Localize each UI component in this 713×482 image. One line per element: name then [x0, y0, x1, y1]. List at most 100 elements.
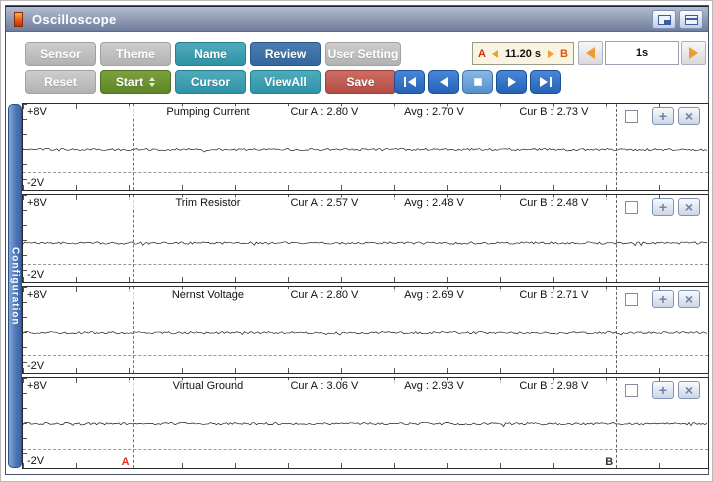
viewall-button[interactable]: ViewAll [250, 70, 321, 94]
y-min-label: -2V [27, 177, 45, 189]
zero-volt-line [23, 171, 708, 173]
playback-controls [394, 70, 561, 94]
cursor-b-line[interactable] [616, 195, 618, 282]
cursor-b-value: Cur B : 2.71 V [499, 289, 609, 301]
channel-controls: + × [625, 381, 700, 399]
x-ticks-bottom [23, 368, 708, 373]
theme-button-label: Theme [116, 47, 155, 61]
channel-controls: + × [625, 107, 700, 125]
y-min-label: -2V [27, 455, 45, 467]
cursor-b-line[interactable] [616, 104, 618, 190]
window-controls [652, 10, 703, 29]
channel-panel-nernst-voltage: +8V -2V Nernst Voltage Cur A : 2.80 V Av… [22, 286, 709, 374]
cursor-button-label: Cursor [190, 75, 231, 89]
stop-button[interactable] [462, 70, 493, 94]
cursor-b-line[interactable] [616, 378, 618, 468]
plus-icon: + [658, 382, 668, 398]
close-channel-button[interactable]: × [678, 381, 700, 399]
start-button[interactable]: Start [100, 70, 171, 94]
app-icon [14, 11, 23, 27]
cursor-b-line[interactable] [616, 287, 618, 373]
save-button[interactable]: Save [325, 70, 396, 94]
close-channel-button[interactable]: × [678, 107, 700, 125]
x-ticks-bottom [23, 185, 708, 190]
add-channel-button[interactable]: + [652, 107, 674, 125]
name-button-label: Name [194, 47, 227, 61]
skip-to-start-icon-triangle [407, 77, 416, 87]
channel-checkbox[interactable] [625, 383, 638, 397]
cursor-b-value: Cur B : 2.48 V [499, 197, 609, 209]
channel-checkbox[interactable] [625, 109, 638, 123]
time-scale-control: 1s [578, 41, 706, 65]
start-spinner-icon[interactable] [149, 77, 156, 87]
skip-to-start-button[interactable] [394, 70, 425, 94]
channel-panel-virtual-ground: +8V -2V Virtual Ground Cur A : 3.06 V Av… [22, 377, 709, 469]
cursor-b-value: Cur B : 2.73 V [499, 106, 609, 118]
skip-to-end-icon [549, 77, 552, 87]
sensor-button-label: Sensor [40, 47, 81, 61]
add-channel-button[interactable]: + [652, 290, 674, 308]
zero-volt-line [23, 449, 708, 451]
app-window: Oscilloscope Sensor Theme Name Review Us… [5, 5, 709, 475]
close-channel-button[interactable]: × [678, 198, 700, 216]
step-back-button[interactable] [428, 70, 459, 94]
channel-panel-trim-resistor: +8V -2V Trim Resistor Cur A : 2.57 V Avg… [22, 194, 709, 283]
channel-panel-pumping-current: +8V -2V Pumping Current Cur A : 2.80 V A… [22, 103, 709, 191]
configuration-tab[interactable]: Configuration [8, 104, 22, 468]
close-icon: × [684, 382, 694, 398]
sensor-button[interactable]: Sensor [25, 42, 96, 66]
skip-to-end-button[interactable] [530, 70, 561, 94]
shade-window-icon [684, 14, 698, 25]
cursor-b-bottom-label[interactable]: B [604, 456, 615, 468]
cursor-time-display: A 11.20 s B [472, 42, 574, 65]
average-value: Avg : 2.70 V [379, 106, 489, 118]
time-scale-increase-button[interactable] [681, 41, 706, 65]
cursor-a-value: Cur A : 2.57 V [269, 197, 380, 209]
close-icon: × [684, 199, 694, 215]
right-arrow-icon [689, 47, 698, 59]
reset-button[interactable]: Reset [25, 70, 96, 94]
step-back-icon [439, 77, 448, 87]
shade-window-button[interactable] [679, 10, 703, 29]
channel-controls: + × [625, 198, 700, 216]
cursor-a-value: Cur A : 2.80 V [269, 289, 380, 301]
cursor-a-bottom-label[interactable]: A [120, 456, 131, 468]
add-channel-button[interactable]: + [652, 198, 674, 216]
configuration-tab-label: Configuration [9, 246, 21, 326]
time-scale-field[interactable]: 1s [605, 41, 679, 65]
name-button[interactable]: Name [175, 42, 246, 66]
save-button-label: Save [346, 75, 375, 89]
time-scale-decrease-button[interactable] [578, 41, 603, 65]
review-button-label: Review [264, 47, 307, 61]
channel-checkbox[interactable] [625, 292, 638, 306]
zero-volt-line [23, 354, 708, 356]
left-arrow-icon [586, 47, 595, 59]
cursor-a-value: Cur A : 2.80 V [269, 106, 380, 118]
restore-window-icon [657, 14, 671, 25]
user-setting-button-label: User Setting [327, 47, 399, 61]
average-value: Avg : 2.93 V [379, 380, 489, 392]
start-button-label: Start [115, 75, 144, 89]
cursor-a-arrow-icon[interactable] [492, 49, 499, 58]
theme-button[interactable]: Theme [100, 42, 171, 66]
cursor-b-marker: B [560, 47, 568, 60]
plus-icon: + [658, 108, 668, 124]
cursor-delta-time: 11.20 s [504, 47, 542, 60]
y-max-label: +8V [27, 106, 47, 118]
channel-checkbox[interactable] [625, 200, 638, 214]
user-setting-button[interactable]: User Setting [325, 42, 401, 66]
viewall-button-label: ViewAll [264, 75, 307, 89]
close-icon: × [684, 108, 694, 124]
cursor-button[interactable]: Cursor [175, 70, 246, 94]
y-max-label: +8V [27, 289, 47, 301]
skip-to-start-icon [403, 77, 406, 87]
channel-area: +8V -2V Pumping Current Cur A : 2.80 V A… [22, 103, 709, 469]
add-channel-button[interactable]: + [652, 381, 674, 399]
review-button[interactable]: Review [250, 42, 321, 66]
play-button[interactable] [496, 70, 527, 94]
toolbar: Sensor Theme Name Review User Setting Re… [6, 33, 708, 101]
restore-window-button[interactable] [652, 10, 676, 29]
cursor-b-arrow-icon[interactable] [547, 49, 554, 58]
channel-controls: + × [625, 290, 700, 308]
close-channel-button[interactable]: × [678, 290, 700, 308]
